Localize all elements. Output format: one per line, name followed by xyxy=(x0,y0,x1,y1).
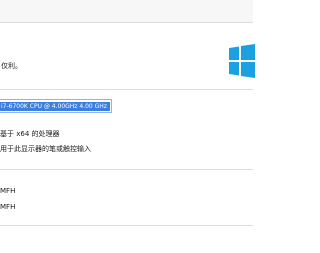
section-divider-2 xyxy=(0,169,253,170)
windows-logo-icon xyxy=(229,44,255,78)
processor-value[interactable]: i7-6700K CPU @ 4.00GHz 4.00 GHz xyxy=(0,102,110,111)
pen-touch-value: 用于此显示器的笔或触控输入 xyxy=(0,145,91,153)
computer-name-value: MFH xyxy=(0,187,16,195)
windows-rights-text: 仅利。 xyxy=(1,62,22,70)
top-toolbar xyxy=(0,0,253,22)
section-divider-3 xyxy=(0,225,253,226)
toolbar-divider xyxy=(0,22,253,23)
system-type-value: 基于 x64 的处理器 xyxy=(0,130,60,138)
full-computer-name-value: MFH xyxy=(0,203,16,211)
section-divider-1 xyxy=(0,89,253,90)
